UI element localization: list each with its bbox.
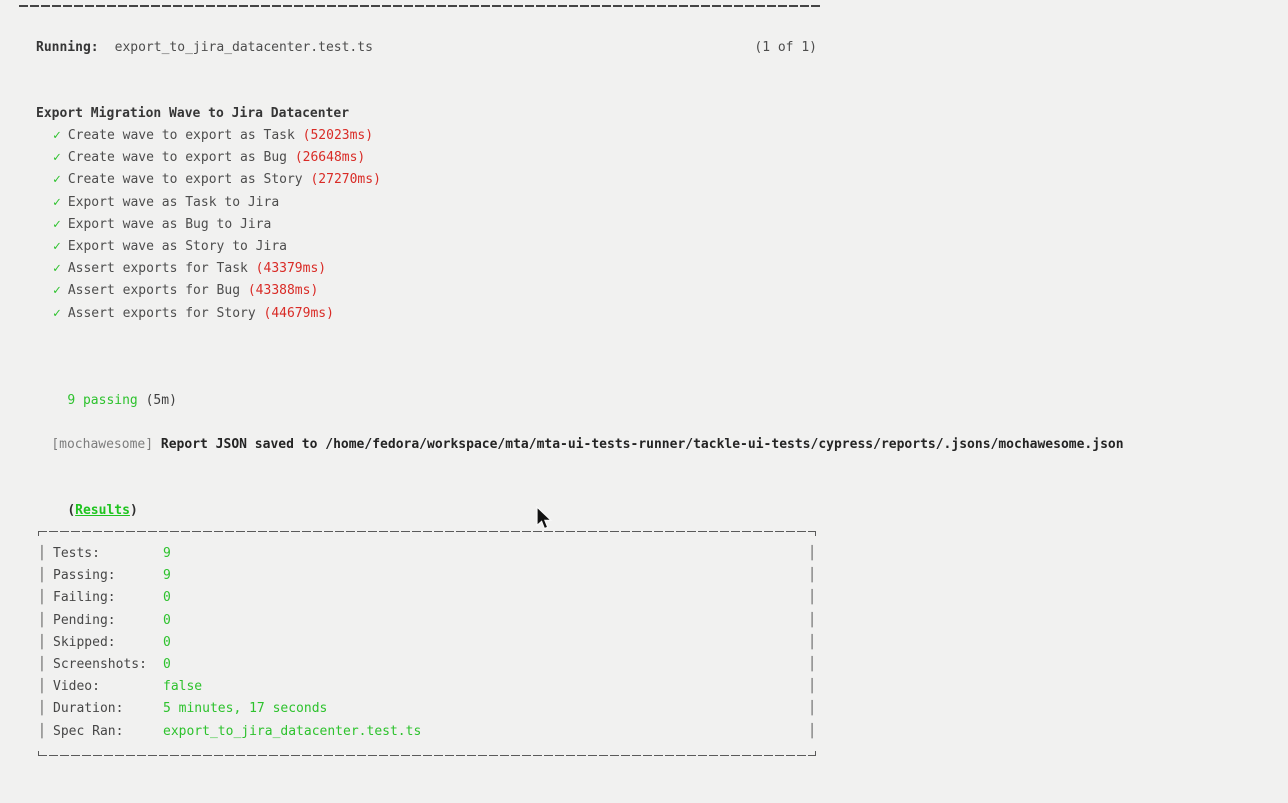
previous-output-separator-line	[19, 5, 820, 7]
test-duration: (43379ms)	[255, 261, 327, 277]
summary-label: Passing:	[53, 568, 116, 584]
test-row: ✓ Export wave as Bug to Jira	[53, 214, 381, 236]
terminal-screen: Running: export_to_jira_datacenter.test.t…	[0, 0, 1288, 803]
summary-row: Tests: 9	[38, 543, 816, 565]
test-name: Export wave as Story to Jira	[67, 239, 287, 255]
results-close-paren: )	[129, 503, 138, 518]
check-icon: ✓	[53, 216, 61, 232]
summary-label: Pending:	[53, 612, 116, 628]
summary-label: Tests:	[53, 546, 100, 561]
test-duration: (26648ms)	[294, 150, 366, 166]
summary-label: Spec Ran:	[53, 723, 124, 739]
test-duration: (43388ms)	[247, 283, 319, 299]
summary-value: 0	[163, 612, 171, 628]
test-duration: (44679ms)	[263, 305, 334, 321]
check-icon: ✓	[53, 261, 61, 277]
test-duration: (27270ms)	[310, 172, 381, 188]
mochawesome-log-line: [mochawesome] Report JSON saved to /home…	[20, 412, 1124, 478]
summary-row: Video: false	[38, 676, 816, 698]
summary-row: Spec Ran: export_to_jira_datacenter.test.…	[38, 721, 816, 743]
check-icon: ✓	[53, 305, 61, 321]
test-row: ✓ Export wave as Story to Jira	[53, 236, 381, 258]
summary-value: false	[163, 679, 203, 695]
test-list: ✓ Create wave to export as Task (52023ms)…	[53, 125, 381, 325]
check-icon: ✓	[53, 283, 61, 299]
summary-row: Skipped: 0	[38, 632, 816, 654]
test-duration: (52023ms)	[302, 128, 374, 143]
summary-label: Duration:	[53, 701, 124, 717]
test-row: ✓ Create wave to export as Task (52023ms)	[53, 125, 381, 147]
run-summary-box: Tests: 9 Passing: 9 Failing: 0 Pending: 0 Sk…	[38, 531, 816, 756]
check-icon: ✓	[53, 172, 61, 188]
spec-count: (1 of 1)	[754, 40, 817, 55]
summary-value: export_to_jira_datacenter.test.ts	[163, 723, 422, 739]
mouse-cursor-icon	[536, 506, 553, 530]
summary-value: 9	[163, 546, 171, 561]
summary-label: Video:	[53, 679, 100, 695]
test-name: Assert exports for Story	[67, 305, 264, 321]
test-name: Assert exports for Task	[67, 261, 256, 277]
summary-value: 0	[163, 634, 171, 650]
test-row: ✓ Assert exports for Story (44679ms)	[53, 303, 381, 325]
test-name: Create wave to export as Bug	[67, 150, 295, 166]
mochawesome-tag: [mochawesome]	[51, 437, 154, 452]
summary-value: 5 minutes, 17 seconds	[163, 701, 328, 717]
passing-count: 9 passing	[67, 393, 138, 408]
test-row: ✓ Assert exports for Bug (43388ms)	[53, 280, 381, 302]
check-icon: ✓	[53, 150, 61, 166]
summary-row: Passing: 9	[38, 565, 816, 587]
summary-label: Failing:	[53, 590, 116, 606]
summary-row: Screenshots: 0	[38, 654, 816, 676]
results-link[interactable]: Results	[75, 503, 130, 518]
test-row: ✓ Create wave to export as Bug (26648ms)	[53, 147, 381, 169]
summary-value: 0	[163, 657, 171, 673]
summary-value: 0	[163, 590, 171, 606]
running-header: Running: export_to_jira_datacenter.test.t…	[36, 37, 817, 59]
check-icon: ✓	[53, 128, 61, 143]
check-icon: ✓	[53, 239, 61, 255]
summary-box-rows: Tests: 9 Passing: 9 Failing: 0 Pending: 0 Sk…	[38, 532, 816, 755]
test-name: Create wave to export as Task	[67, 128, 303, 143]
summary-value: 9	[163, 568, 171, 584]
test-row: ✓ Assert exports for Task (43379ms)	[53, 258, 381, 280]
running-spec-file: export_to_jira_datacenter.test.ts	[114, 40, 373, 55]
summary-row: Failing: 0	[38, 587, 816, 609]
summary-row: Duration: 5 minutes, 17 seconds	[38, 698, 816, 720]
test-name: Export wave as Bug to Jira	[67, 216, 272, 232]
summary-box-bottom-border	[38, 750, 816, 756]
summary-label: Screenshots:	[53, 657, 147, 673]
test-row: ✓ Export wave as Task to Jira	[53, 192, 381, 214]
running-label: Running:	[36, 40, 99, 55]
results-open-paren: (	[67, 503, 76, 518]
test-name: Assert exports for Bug	[67, 283, 248, 299]
test-row: ✓ Create wave to export as Story (27270ms…	[53, 169, 381, 191]
summary-row: Pending: 0	[38, 610, 816, 632]
suite-title: Export Migration Wave to Jira Datacenter	[36, 106, 350, 121]
check-icon: ✓	[53, 194, 61, 210]
summary-box-top-border	[38, 531, 816, 536]
mochawesome-message: Report JSON saved to /home/fedora/worksp…	[153, 437, 1124, 452]
passing-time: (5m)	[137, 393, 177, 408]
test-name: Create wave to export as Story	[67, 172, 311, 188]
summary-label: Skipped:	[53, 634, 116, 650]
test-name: Export wave as Task to Jira	[67, 194, 280, 210]
